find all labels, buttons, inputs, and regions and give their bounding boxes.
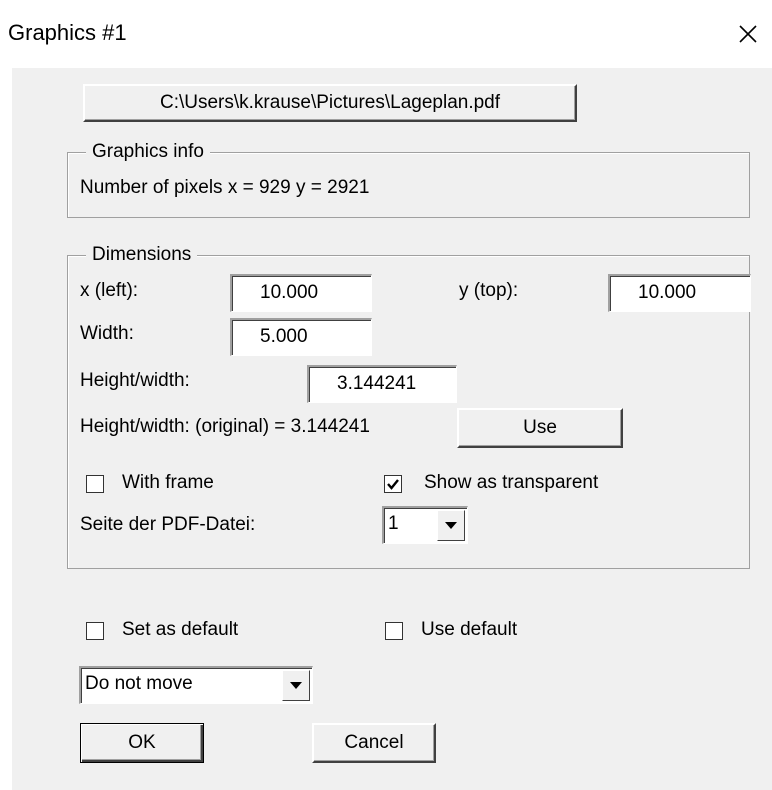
title-bar: Graphics #1 (0, 0, 772, 68)
set-as-default-label: Set as default (122, 619, 239, 640)
move-option-select[interactable]: Do not move (79, 666, 313, 704)
y-top-label: y (top): (459, 280, 519, 301)
height-width-label: Height/width: (80, 370, 190, 391)
set-as-default-checkbox[interactable] (86, 622, 104, 640)
pdf-page-label: Seite der PDF-Datei: (80, 514, 256, 535)
window-title: Graphics #1 (8, 20, 127, 45)
checkmark-icon (387, 479, 399, 490)
use-default-checkbox[interactable] (385, 622, 403, 640)
transparent-checkbox[interactable] (384, 475, 402, 493)
x-left-label: x (left): (80, 280, 139, 301)
graphics-info-legend: Graphics info (86, 141, 210, 163)
close-icon (739, 25, 757, 43)
close-button[interactable] (728, 14, 768, 54)
chevron-down-icon[interactable] (282, 670, 310, 701)
pdf-page-select[interactable]: 1 (382, 506, 468, 544)
width-input[interactable]: 5.000 (230, 318, 372, 356)
use-default-label: Use default (421, 619, 518, 640)
move-option-value: Do not move (85, 673, 193, 694)
dialog-body: C:\Users\k.krause\Pictures\Lageplan.pdf … (12, 68, 772, 790)
pdf-page-value: 1 (388, 513, 399, 534)
width-label: Width: (80, 323, 134, 344)
file-path-button[interactable]: C:\Users\k.krause\Pictures\Lageplan.pdf (83, 84, 577, 122)
dimensions-group: Dimensions x (left): 10.000 y (top): 10.… (67, 244, 751, 569)
chevron-down-icon[interactable] (437, 510, 465, 541)
with-frame-checkbox[interactable] (86, 475, 104, 493)
height-width-input[interactable]: 3.144241 (307, 365, 457, 403)
with-frame-label: With frame (122, 472, 214, 493)
ok-button[interactable]: OK (80, 723, 204, 763)
cancel-button[interactable]: Cancel (312, 723, 436, 763)
height-width-original-text: Height/width: (original) = 3.144241 (80, 416, 370, 437)
transparent-label: Show as transparent (424, 472, 599, 493)
x-left-input[interactable]: 10.000 (230, 274, 372, 312)
dimensions-legend: Dimensions (86, 244, 198, 266)
use-button[interactable]: Use (457, 408, 623, 448)
graphics-info-group: Graphics info Number of pixels x = 929 y… (67, 141, 750, 218)
pixel-count-text: Number of pixels x = 929 y = 2921 (80, 177, 370, 198)
y-top-input[interactable]: 10.000 (608, 274, 751, 312)
